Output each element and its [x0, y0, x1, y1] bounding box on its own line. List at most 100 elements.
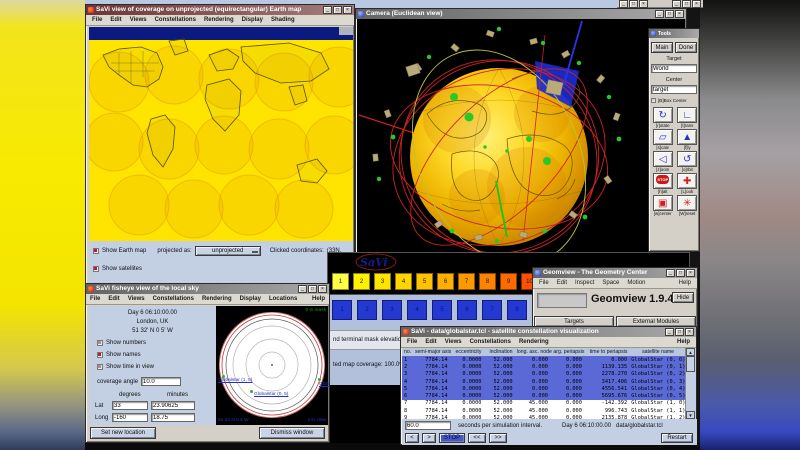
maximize-icon[interactable]: □ [333, 6, 342, 14]
table-row[interactable]: 27784.140.000052.0000.0000.0001139.135Gl… [402, 363, 685, 370]
projection-dropdown[interactable]: unprojected [195, 246, 261, 256]
menu-help[interactable]: Help [673, 339, 694, 345]
fast-forward-button[interactable]: >> [489, 433, 507, 443]
maximize-icon[interactable]: □ [675, 328, 684, 336]
interval-input[interactable] [405, 421, 451, 430]
look-icon[interactable]: ✚ [677, 173, 697, 189]
column-header[interactable]: inclination [485, 349, 516, 355]
table-row[interactable]: 17784.140.000052.0000.0000.0000.000Globa… [402, 356, 685, 363]
target-input[interactable] [651, 64, 697, 73]
maximize-icon[interactable]: □ [665, 10, 674, 18]
map-window-titlebar[interactable]: SaVi view of coverage on unprojected (eq… [86, 5, 354, 15]
minimize-icon[interactable]: _ [672, 0, 681, 8]
rotate-icon[interactable]: ↻ [653, 107, 673, 123]
minimize-icon[interactable]: _ [666, 269, 675, 277]
show-names-checkbox[interactable] [97, 352, 103, 358]
hide-button[interactable]: Hide [672, 292, 694, 303]
minimize-icon[interactable]: _ [298, 285, 307, 293]
rewind-button[interactable]: << [468, 433, 486, 443]
column-header[interactable]: arg. periapsis [552, 349, 586, 355]
column-header[interactable]: no. [402, 349, 415, 355]
menu-edit[interactable]: Edit [553, 280, 571, 286]
maximize-icon[interactable]: □ [682, 0, 691, 8]
step-forward-button[interactable]: > [422, 433, 436, 443]
minimize-icon[interactable]: _ [665, 328, 674, 336]
close-icon[interactable]: × [675, 10, 684, 18]
column-header[interactable]: eccentricity [452, 349, 486, 355]
menu-file[interactable]: File [88, 17, 106, 23]
menu-views[interactable]: Views [126, 17, 151, 23]
stop-button[interactable]: STOP [439, 433, 465, 443]
dismiss-window-button[interactable]: Dismiss window [259, 427, 325, 439]
menu-help[interactable]: Help [675, 280, 695, 286]
menu-constellations[interactable]: Constellations [466, 339, 515, 345]
geomview-titlebar[interactable]: Geomview - The Geometry Center _□× [533, 268, 697, 278]
show-numbers-checkbox[interactable] [97, 340, 103, 346]
close-icon[interactable]: × [639, 0, 648, 8]
column-header[interactable]: long. asc. node [517, 349, 552, 355]
table-row[interactable]: 57784.140.000052.0000.0000.0004556.541Gl… [402, 385, 685, 392]
menu-help[interactable]: Help [308, 296, 329, 302]
minimize-icon[interactable]: _ [655, 10, 664, 18]
scrollbar-thumb[interactable] [686, 356, 695, 372]
menu-space[interactable]: Space [598, 280, 623, 286]
close-icon[interactable]: × [343, 6, 352, 14]
set-location-button[interactable]: Set new location [90, 427, 156, 439]
show-time-checkbox[interactable] [97, 364, 103, 370]
fisheye-plot[interactable]: Globalstar (1, 5) Globalstar (0, 5) Glob… [216, 306, 328, 425]
minimize-icon[interactable]: _ [323, 6, 332, 14]
scroll-down-icon[interactable]: ▼ [686, 411, 695, 419]
center-input[interactable] [651, 85, 697, 94]
globe-3d-canvas[interactable] [357, 19, 685, 253]
menu-locations[interactable]: Locations [265, 296, 301, 302]
menu-views[interactable]: Views [124, 296, 149, 302]
column-header[interactable]: satellite name [631, 349, 685, 355]
lat-minutes-input[interactable] [151, 401, 195, 410]
menu-inspect[interactable]: Inspect [571, 280, 598, 286]
scale-icon[interactable]: ▱ [653, 129, 673, 145]
menu-constellations[interactable]: Constellations [151, 17, 200, 23]
table-row[interactable]: 87784.140.000052.00045.0000.000996.743Gl… [402, 407, 685, 414]
table-scrollbar[interactable]: ▲ ▼ [685, 348, 696, 419]
constellation-titlebar[interactable]: SaVi - data/globalstar.tcl - satellite c… [401, 327, 696, 337]
menu-rendering[interactable]: Rendering [200, 17, 238, 23]
menu-edit[interactable]: Edit [106, 17, 125, 23]
table-row[interactable]: 37784.140.000052.0000.0000.0002278.270Gl… [402, 371, 685, 378]
table-row[interactable]: 67784.140.000052.0000.0000.0005695.676Gl… [402, 392, 685, 399]
maximize-icon[interactable]: □ [308, 285, 317, 293]
menu-file[interactable]: File [403, 339, 421, 345]
halt-icon[interactable]: STOP [653, 173, 673, 189]
long-minutes-input[interactable] [151, 413, 195, 422]
menu-constellations[interactable]: Constellations [149, 296, 198, 302]
maximize-icon[interactable]: □ [629, 0, 638, 8]
close-icon[interactable]: × [685, 328, 694, 336]
done-button[interactable]: Done [675, 42, 697, 53]
menu-views[interactable]: Views [441, 339, 466, 345]
orbit-icon[interactable]: ↺ [677, 151, 697, 167]
wcenter-icon[interactable]: ▣ [653, 195, 673, 211]
fisheye-titlebar[interactable]: SaVi fisheye view of the local sky _□× [86, 284, 329, 294]
step-back-button[interactable]: < [405, 433, 419, 443]
table-row[interactable]: 77784.140.000052.00045.0000.000-142.392G… [402, 400, 685, 407]
scroll-up-icon[interactable]: ▲ [686, 348, 695, 356]
menu-shading[interactable]: Shading [267, 17, 299, 23]
bbox-center-checkbox[interactable] [651, 98, 656, 103]
trans-icon[interactable]: ∟ [677, 107, 697, 123]
lat-degrees-input[interactable] [112, 401, 148, 410]
menu-edit[interactable]: Edit [421, 339, 440, 345]
menu-rendering[interactable]: Rendering [198, 296, 236, 302]
fly-icon[interactable]: ▲ [677, 129, 697, 145]
zoom-icon[interactable]: ◁ [653, 151, 673, 167]
restart-button[interactable]: Restart [661, 433, 693, 443]
show-satellites-checkbox[interactable] [93, 266, 99, 272]
camera-window-titlebar[interactable]: Camera (Euclidean view) _□× [356, 9, 686, 19]
menu-rendering[interactable]: Rendering [515, 339, 553, 345]
column-header[interactable]: time to periapsis [586, 349, 631, 355]
coverage-map-canvas[interactable] [89, 27, 353, 241]
main-button[interactable]: Main [651, 42, 673, 53]
show-earth-map-checkbox[interactable] [93, 248, 99, 254]
menu-edit[interactable]: Edit [104, 296, 123, 302]
menu-motion[interactable]: Motion [623, 280, 649, 286]
close-icon[interactable]: × [318, 285, 327, 293]
table-row[interactable]: 47784.140.000052.0000.0000.0003417.406Gl… [402, 378, 685, 385]
